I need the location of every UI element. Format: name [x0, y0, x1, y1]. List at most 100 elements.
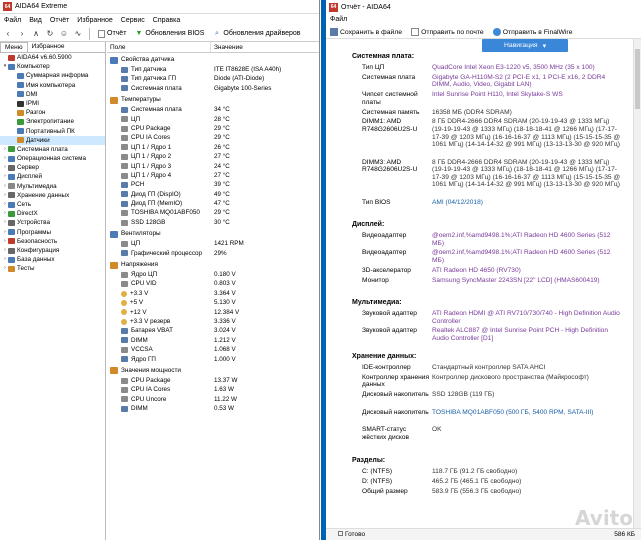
- sensor-row[interactable]: SSD 128GB 30 °C: [107, 218, 319, 227]
- report-value[interactable]: Realtek ALC887 @ Intel Sunrise Point PCH…: [432, 327, 622, 342]
- sensor-row[interactable]: Ядро ЦП 0.180 V: [107, 270, 319, 279]
- tree-item[interactable]: › DirectX: [0, 209, 105, 218]
- sensor-row[interactable]: Системная плата 34 °C: [107, 105, 319, 114]
- sensor-row[interactable]: ЦП 1 / Ядро 2 27 °C: [107, 152, 319, 161]
- menu-item[interactable]: Файл: [4, 17, 21, 24]
- refresh-icon[interactable]: ↻: [44, 28, 56, 40]
- column-value[interactable]: Значение: [211, 42, 243, 52]
- menu-item[interactable]: Отчёт: [50, 17, 69, 24]
- column-field[interactable]: Поле: [107, 42, 211, 52]
- report-button[interactable]: Отчёт: [95, 29, 129, 38]
- tree-item[interactable]: Портативный ПК: [0, 127, 105, 136]
- sensor-icon: [121, 387, 128, 394]
- tree-item[interactable]: › Программы: [0, 228, 105, 237]
- tree-item[interactable]: › Тесты: [0, 264, 105, 273]
- tree-item[interactable]: › Сеть: [0, 200, 105, 209]
- report-value[interactable]: QuadCore Intel Xeon E3-1220 v5, 3500 MHz…: [432, 64, 622, 72]
- report-value[interactable]: Gigabyte GA-H110M-S2 (2 PCI-E x1, 1 PCI-…: [432, 74, 622, 89]
- back-icon[interactable]: ‹: [2, 28, 14, 40]
- tree-item[interactable]: Датчики: [0, 135, 105, 145]
- tree-item[interactable]: › Операционная система: [0, 154, 105, 163]
- sensor-row[interactable]: Графический процессор 29%: [107, 249, 319, 258]
- sensor-row[interactable]: +12 V 12.384 V: [107, 308, 319, 317]
- report-scrollbar[interactable]: [633, 39, 641, 528]
- report-value[interactable]: Samsung SyncMaster 2243SN [22" LCD] (HMA…: [432, 277, 622, 285]
- sensor-row[interactable]: ЦП 1 / Ядро 1 26 °C: [107, 143, 319, 152]
- tree-item[interactable]: IPMI: [0, 99, 105, 108]
- tree-item[interactable]: › Устройства: [0, 218, 105, 227]
- sensor-row[interactable]: Диод ГП (MemIO) 47 °C: [107, 199, 319, 208]
- report-menu-file[interactable]: Файл: [326, 14, 641, 25]
- send-mail-button[interactable]: Отправить по почте: [411, 27, 484, 36]
- tree-item[interactable]: Суммарная информа: [0, 71, 105, 80]
- tree-item[interactable]: Разгон: [0, 108, 105, 117]
- sensor-row[interactable]: Тип датчика ГП Diode (ATI-Diode): [107, 74, 319, 83]
- tree-item[interactable]: DMI: [0, 90, 105, 99]
- tree-item[interactable]: ▾ Компьютер: [0, 62, 105, 71]
- tree-item[interactable]: AIDA64 v6.60.5900: [0, 53, 105, 62]
- sensor-row[interactable]: Ядро ГП 1.000 V: [107, 355, 319, 364]
- sensor-row[interactable]: TOSHIBA MQ01ABF050 29 °C: [107, 208, 319, 217]
- sensor-row[interactable]: +5 V 5.130 V: [107, 298, 319, 307]
- send-finalwire-button[interactable]: Отправить в FinalWire: [492, 27, 572, 36]
- tree-item[interactable]: › Безопасность: [0, 237, 105, 246]
- navigation-button[interactable]: Навигация ▾: [482, 39, 568, 52]
- tree-item[interactable]: › Дисплей: [0, 172, 105, 181]
- tree-item-label: Суммарная информа: [26, 72, 89, 80]
- report-value[interactable]: @oem2.inf,%amd9498.1%;ATI Radeon HD 4600…: [432, 232, 622, 247]
- driver-update-button[interactable]: ⌕ Обновления драйверов: [209, 29, 303, 38]
- sensor-row[interactable]: Диод ГП (DispIO) 49 °C: [107, 190, 319, 199]
- tree-item[interactable]: › Сервер: [0, 163, 105, 172]
- tree-item[interactable]: Имя компьютера: [0, 81, 105, 90]
- sensor-row[interactable]: CPU VID 0.803 V: [107, 279, 319, 288]
- sensor-row[interactable]: CPU IA Cores 1.63 W: [107, 385, 319, 394]
- sensor-icon: [121, 337, 128, 344]
- sensor-row[interactable]: +3.3 V 3.364 V: [107, 289, 319, 298]
- forward-icon[interactable]: ›: [16, 28, 28, 40]
- group-title: Вентиляторы: [121, 230, 161, 238]
- sensor-row[interactable]: Системная плата Gigabyte 100-Series: [107, 84, 319, 93]
- user-icon[interactable]: ☺: [58, 28, 70, 40]
- tree-item[interactable]: › Конфигурация: [0, 246, 105, 255]
- sensor-row[interactable]: Тип датчика ITE IT8628E (ISA A40h): [107, 65, 319, 74]
- sensor-row[interactable]: VCCSA 1.068 V: [107, 345, 319, 354]
- sensor-field: ЦП: [107, 115, 211, 124]
- tree-item[interactable]: › Мультимедиа: [0, 182, 105, 191]
- tree-item[interactable]: Электропитание: [0, 117, 105, 126]
- menu-item[interactable]: Вид: [29, 17, 42, 24]
- sensor-row[interactable]: +3.3 V резерв 3.336 V: [107, 317, 319, 326]
- sensor-row[interactable]: CPU IA Cores 29 °C: [107, 133, 319, 142]
- tree-item[interactable]: › Системная плата: [0, 145, 105, 154]
- chart-icon[interactable]: ∿: [72, 28, 84, 40]
- menu-item[interactable]: Сервис: [121, 17, 145, 24]
- report-value[interactable]: AMI (04/12/2018): [432, 199, 622, 207]
- tab-menu[interactable]: Меню: [0, 42, 28, 52]
- report-field: Видеоадаптер: [362, 232, 407, 239]
- sensor-details-pane: Поле Значение Свойства датчика Тип датчик…: [107, 42, 319, 540]
- menu-item[interactable]: Справка: [153, 17, 180, 24]
- report-value[interactable]: TOSHIBA MQ01ABF050 (500 ГБ, 5400 RPM, SA…: [432, 409, 622, 417]
- save-to-file-button[interactable]: Сохранить в файле: [330, 27, 402, 36]
- report-value[interactable]: ATI Radeon HDMI @ ATI RV710/730/740 - Hi…: [432, 310, 622, 325]
- tab-favorites[interactable]: Избранное: [28, 42, 69, 52]
- tree-item[interactable]: › База данных: [0, 255, 105, 264]
- sensor-row[interactable]: CPU Package 29 °C: [107, 124, 319, 133]
- sensor-row[interactable]: Батарея VBAT 3.024 V: [107, 326, 319, 335]
- menu-item[interactable]: Избранное: [77, 17, 112, 24]
- sensor-row[interactable]: ЦП 1421 RPM: [107, 239, 319, 248]
- sensor-row[interactable]: DIMM 1.212 V: [107, 336, 319, 345]
- sensor-row[interactable]: DIMM 0.53 W: [107, 404, 319, 413]
- sensor-row[interactable]: ЦП 28 °C: [107, 115, 319, 124]
- report-value[interactable]: @oem2.inf,%amd9498.1%;ATI Radeon HD 4600…: [432, 249, 622, 264]
- scrollbar-thumb[interactable]: [635, 49, 640, 109]
- sensor-row[interactable]: ЦП 1 / Ядро 4 27 °C: [107, 171, 319, 180]
- sensor-row[interactable]: CPU Package 13.37 W: [107, 376, 319, 385]
- report-value[interactable]: ATI Radeon HD 4650 (RV730): [432, 267, 622, 275]
- tree-item[interactable]: › Хранение данных: [0, 191, 105, 200]
- sensor-row[interactable]: PCH 39 °C: [107, 180, 319, 189]
- sensor-row[interactable]: ЦП 1 / Ядро 3 24 °C: [107, 162, 319, 171]
- up-icon[interactable]: ∧: [30, 28, 42, 40]
- bios-update-button[interactable]: ▼ Обновления BIOS: [131, 29, 207, 38]
- report-value[interactable]: Intel Sunrise Point H110, Intel Skylake-…: [432, 91, 622, 106]
- sensor-row[interactable]: CPU Uncore 11.22 W: [107, 395, 319, 404]
